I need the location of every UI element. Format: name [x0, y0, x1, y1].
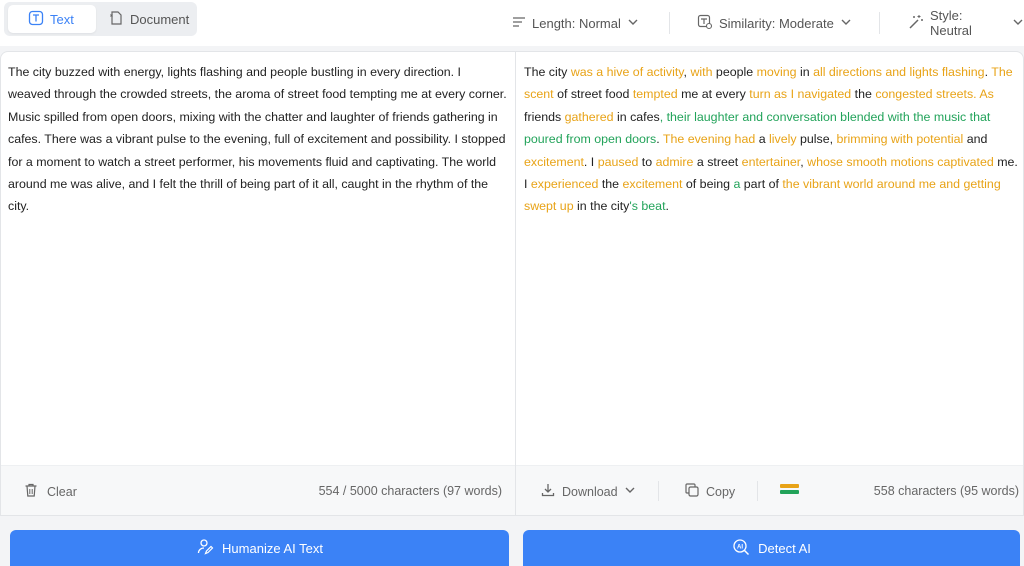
output-segment: part of: [740, 177, 783, 192]
output-segment-changed: excitement: [524, 154, 584, 169]
output-segment-changed: lively: [769, 132, 797, 147]
output-segment: of street food: [553, 87, 633, 102]
download-button[interactable]: Download: [540, 482, 636, 501]
tab-text-label: Text: [50, 11, 74, 27]
chevron-down-icon: [624, 484, 636, 499]
top-toolbar: Text Document Length: Normal Similarity:…: [0, 0, 1024, 46]
output-segment-changed: turn as I navigated: [749, 87, 852, 102]
output-segment: people: [712, 65, 757, 79]
output-segment: .: [665, 199, 669, 214]
highlight-legend-icon[interactable]: [780, 484, 799, 496]
output-segment: in: [796, 65, 814, 79]
style-label: Style: Neutral: [930, 8, 972, 38]
tab-document-label: Document: [130, 11, 190, 27]
chevron-down-icon: [627, 16, 639, 31]
output-segment: in cafes: [613, 109, 660, 124]
output-segment: a street: [693, 154, 742, 169]
chevron-down-icon: [1012, 16, 1024, 31]
output-segment-changed: excitement: [622, 177, 683, 192]
copy-label: Copy: [706, 484, 736, 499]
magic-wand-icon: [908, 14, 924, 33]
output-segment: friends: [524, 109, 565, 124]
output-segment-changed: with: [690, 65, 713, 79]
detect-ai-label: Detect AI: [758, 540, 811, 556]
input-panel: The city buzzed with energy, lights flas…: [0, 51, 515, 516]
output-segment: the: [851, 87, 876, 102]
length-icon: [512, 15, 526, 32]
length-dropdown[interactable]: Length: Normal: [512, 12, 639, 34]
divider: [879, 12, 880, 34]
tab-text[interactable]: Text: [8, 5, 96, 33]
svg-text:AI: AI: [737, 544, 743, 550]
download-icon: [540, 482, 556, 501]
similarity-label: Similarity: Moderate: [719, 15, 834, 31]
output-segment-changed: congested streets. As: [875, 87, 994, 102]
clear-label: Clear: [47, 484, 77, 499]
output-segment-changed: entertainer: [741, 154, 801, 169]
output-segment-changed: brimming with potential: [836, 132, 964, 147]
output-segment-changed: paused: [597, 154, 639, 169]
similarity-icon: [697, 14, 713, 33]
mode-switch: Text Document: [4, 2, 197, 36]
input-char-count: 554 / 5000 characters (97 words): [318, 484, 502, 498]
output-segment-changed: moving: [756, 65, 797, 79]
clear-button[interactable]: Clear: [23, 482, 77, 501]
output-panel: The city was a hive of activity, with pe…: [515, 51, 1024, 516]
output-segment: The city: [524, 65, 571, 79]
output-char-count: 558 characters (95 words): [873, 484, 1019, 498]
copy-icon: [684, 482, 700, 501]
input-textarea[interactable]: The city buzzed with energy, lights flas…: [8, 61, 507, 218]
output-segment: me at every: [677, 87, 750, 102]
trash-icon: [23, 482, 39, 501]
output-segment-changed: 's beat: [629, 199, 666, 214]
output-text: The city was a hive of activity, with pe…: [524, 61, 1019, 218]
output-segment-changed: gathered: [564, 109, 614, 124]
copy-button[interactable]: Copy: [684, 482, 735, 501]
legend-orange-bar: [780, 484, 799, 488]
output-segment-changed: was a hive of activity: [570, 65, 684, 79]
tab-document[interactable]: Document: [104, 5, 194, 33]
length-label: Length: Normal: [532, 15, 621, 31]
divider: [669, 12, 670, 34]
similarity-dropdown[interactable]: Similarity: Moderate: [697, 12, 852, 34]
output-footer: Download Copy 558 characters (95 words): [516, 465, 1023, 515]
output-segment: to: [638, 154, 656, 169]
legend-green-bar: [780, 490, 799, 494]
output-segment: a: [755, 132, 770, 147]
output-segment-changed: tempted: [632, 87, 678, 102]
output-segment: and: [963, 132, 988, 147]
humanize-icon: [196, 538, 214, 559]
detect-ai-button[interactable]: AI Detect AI: [523, 530, 1020, 566]
output-segment-changed: admire: [655, 154, 694, 169]
output-segment-changed: whose smooth motions captivated: [807, 154, 994, 169]
output-segment: .: [656, 132, 663, 147]
divider: [658, 481, 659, 501]
output-segment: . I: [583, 154, 598, 169]
style-dropdown[interactable]: Style: Neutral: [908, 8, 1024, 38]
output-segment-changed: all directions and lights flashing: [813, 65, 985, 79]
humanize-label: Humanize AI Text: [222, 540, 323, 556]
text-icon: [28, 10, 44, 29]
chevron-down-icon: [840, 16, 852, 31]
humanize-button[interactable]: Humanize AI Text: [10, 530, 509, 566]
document-icon: [108, 10, 124, 29]
output-segment: pulse,: [796, 132, 837, 147]
output-segment: the: [598, 177, 623, 192]
download-label: Download: [562, 484, 618, 499]
output-segment: in the city: [573, 199, 630, 214]
divider: [757, 481, 758, 501]
output-segment-changed: experienced: [530, 177, 599, 192]
output-segment-changed: The evening had: [662, 132, 756, 147]
input-footer: Clear 554 / 5000 characters (97 words): [1, 465, 515, 515]
output-segment: of being: [682, 177, 734, 192]
detect-ai-icon: AI: [732, 538, 750, 559]
